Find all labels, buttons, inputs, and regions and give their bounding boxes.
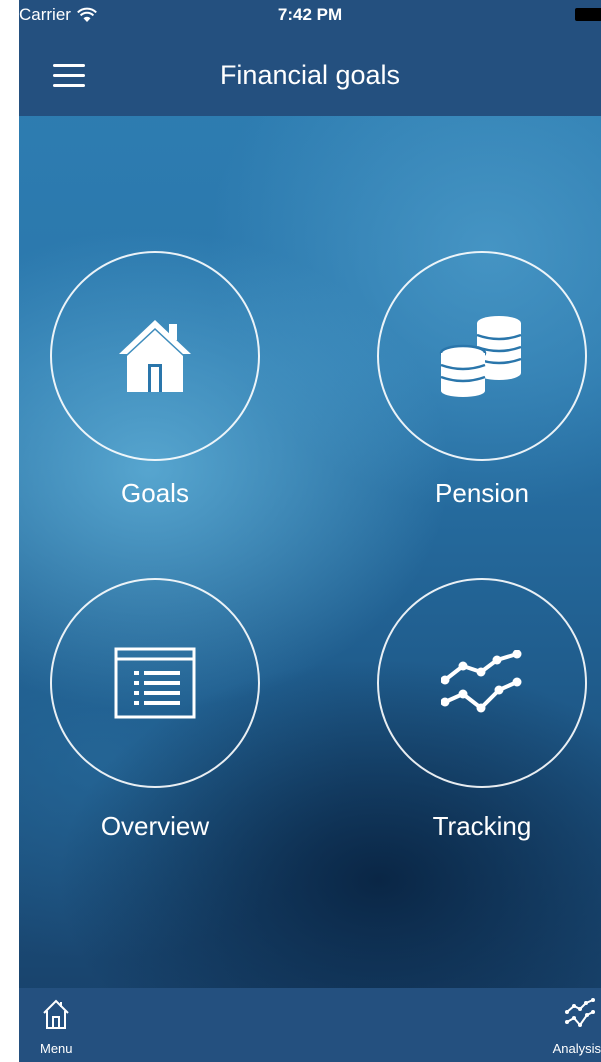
goals-tile[interactable]: Goals: [50, 251, 260, 508]
pension-circle[interactable]: [377, 251, 587, 461]
goals-circle[interactable]: [50, 251, 260, 461]
goals-label: Goals: [121, 478, 189, 508]
status-time: 7:42 PM: [277, 5, 343, 24]
overview-tile[interactable]: Overview: [50, 578, 260, 841]
navigation-bar: Financial goals: [19, 30, 601, 116]
status-bar: Carrier 7:42 PM: [19, 0, 601, 30]
battery-icon: [575, 8, 601, 21]
house-icon: [119, 320, 191, 392]
tab-analysis[interactable]: Analysis: [511, 988, 601, 1062]
app-screen: Carrier 7:42 PM Financial goals Goals Pe…: [19, 0, 601, 1062]
analysis-chart-icon: [565, 998, 595, 1027]
trend-lines-icon: [441, 650, 522, 713]
tab-bar: Menu Analysis: [19, 988, 601, 1062]
overview-circle[interactable]: [50, 578, 260, 788]
home-outline-icon: [43, 999, 69, 1029]
pension-label: Pension: [435, 478, 529, 508]
overview-label: Overview: [100, 811, 210, 841]
tab-menu-label: Menu: [40, 1041, 73, 1056]
pension-tile[interactable]: Pension: [377, 251, 587, 508]
coins-stack-icon: [439, 316, 522, 397]
tab-menu[interactable]: Menu: [19, 988, 109, 1062]
tracking-label: Tracking: [432, 811, 532, 841]
document-list-icon: [114, 647, 196, 719]
tab-analysis-label: Analysis: [552, 1041, 601, 1056]
tracking-tile[interactable]: Tracking: [377, 578, 587, 841]
tracking-circle[interactable]: [377, 578, 587, 788]
page-title: Financial goals: [219, 60, 401, 90]
